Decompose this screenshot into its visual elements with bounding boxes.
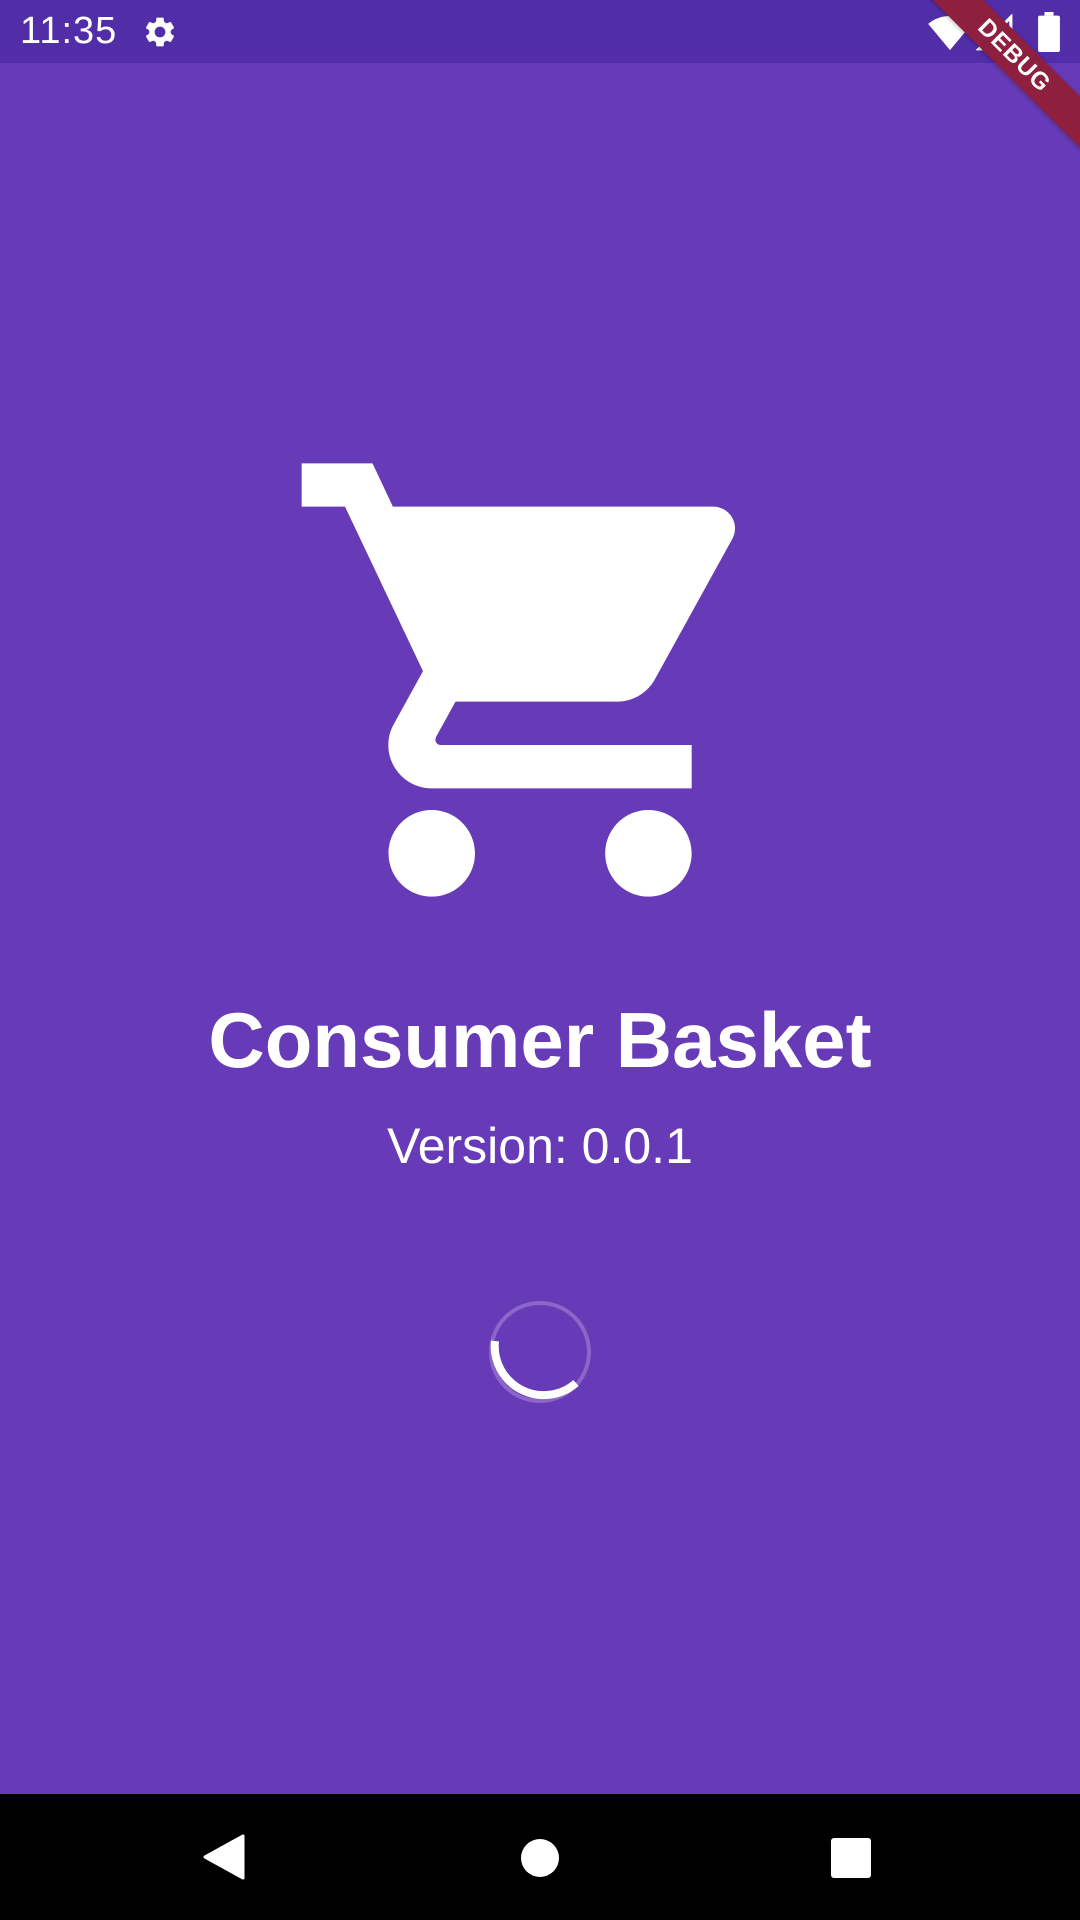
status-time: 11:35 [20,10,118,52]
gear-icon [145,17,175,47]
back-icon[interactable] [203,1834,245,1880]
splash-screen: 11:35 DEBUG Consumer Basket Version: 0.0… [0,0,1080,1920]
recents-icon[interactable] [830,1837,872,1879]
app-title: Consumer Basket [208,996,872,1084]
shopping-cart-icon [301,463,736,897]
loading-spinner [489,1301,591,1403]
navigation-bar [0,1794,1080,1920]
battery-icon [1038,12,1060,52]
home-icon[interactable] [520,1838,560,1878]
status-bar: 11:35 [0,0,1080,63]
app-version: Version: 0.0.1 [387,1118,693,1174]
